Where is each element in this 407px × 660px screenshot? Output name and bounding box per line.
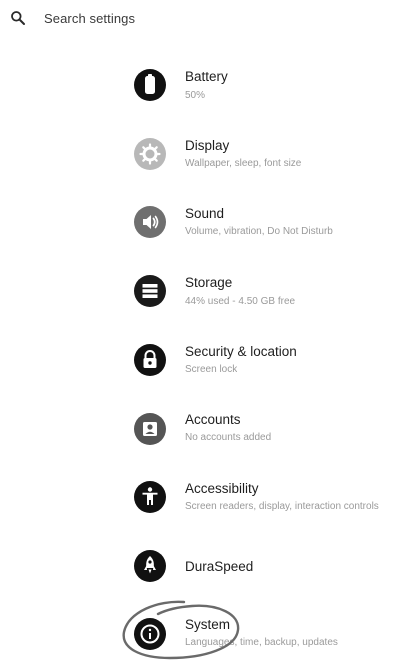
search-icon[interactable] xyxy=(10,10,26,26)
settings-item-subtitle: 44% used - 4.50 GB free xyxy=(185,296,296,307)
settings-item-title: Sound xyxy=(185,206,225,221)
info-icon xyxy=(134,618,166,650)
settings-item-subtitle: Screen lock xyxy=(185,364,238,375)
search-input[interactable]: Search settings xyxy=(44,11,135,26)
account-icon xyxy=(134,413,166,445)
settings-item-subtitle: No accounts added xyxy=(185,432,272,443)
lock-icon xyxy=(134,344,166,376)
settings-item-title: System xyxy=(185,617,231,632)
search-bar[interactable]: Search settings xyxy=(0,0,407,40)
settings-item-subtitle: Wallpaper, sleep, font size xyxy=(185,158,302,169)
settings-item-duraspeed[interactable]: DuraSpeed xyxy=(130,538,407,598)
settings-item-storage[interactable]: Storage 44% used - 4.50 GB free xyxy=(130,264,407,324)
settings-item-title: DuraSpeed xyxy=(185,559,254,574)
settings-item-title: Security & location xyxy=(185,344,297,359)
battery-icon xyxy=(134,69,166,101)
settings-item-accessibility[interactable]: Accessibility Screen readers, display, i… xyxy=(130,470,407,530)
settings-item-subtitle: Volume, vibration, Do Not Disturb xyxy=(185,226,333,237)
settings-item-title: Display xyxy=(185,138,230,153)
settings-item-subtitle: Screen readers, display, interaction con… xyxy=(185,501,379,512)
accessibility-icon xyxy=(134,481,166,513)
settings-item-security[interactable]: Security & location Screen lock xyxy=(130,333,407,393)
settings-item-accounts[interactable]: Accounts No accounts added xyxy=(130,401,407,461)
settings-item-title: Storage xyxy=(185,275,233,290)
storage-icon xyxy=(134,275,166,307)
settings-item-subtitle: 50% xyxy=(185,90,206,101)
settings-item-sound[interactable]: Sound Volume, vibration, Do Not Disturb xyxy=(130,195,407,255)
settings-item-battery[interactable]: Battery 50% xyxy=(130,58,407,118)
settings-item-subtitle: Languages, time, backup, updates xyxy=(185,637,338,648)
display-icon xyxy=(134,138,166,170)
settings-page: Search settings Battery 50% Display Wall… xyxy=(0,0,407,660)
settings-item-title: Battery xyxy=(185,69,228,84)
sound-icon xyxy=(134,206,166,238)
settings-item-display[interactable]: Display Wallpaper, sleep, font size xyxy=(130,127,407,187)
settings-item-title: Accessibility xyxy=(185,481,259,496)
settings-item-title: Accounts xyxy=(185,412,241,427)
rocket-icon xyxy=(134,550,166,582)
settings-item-system[interactable]: System Languages, time, backup, updates xyxy=(130,603,407,660)
